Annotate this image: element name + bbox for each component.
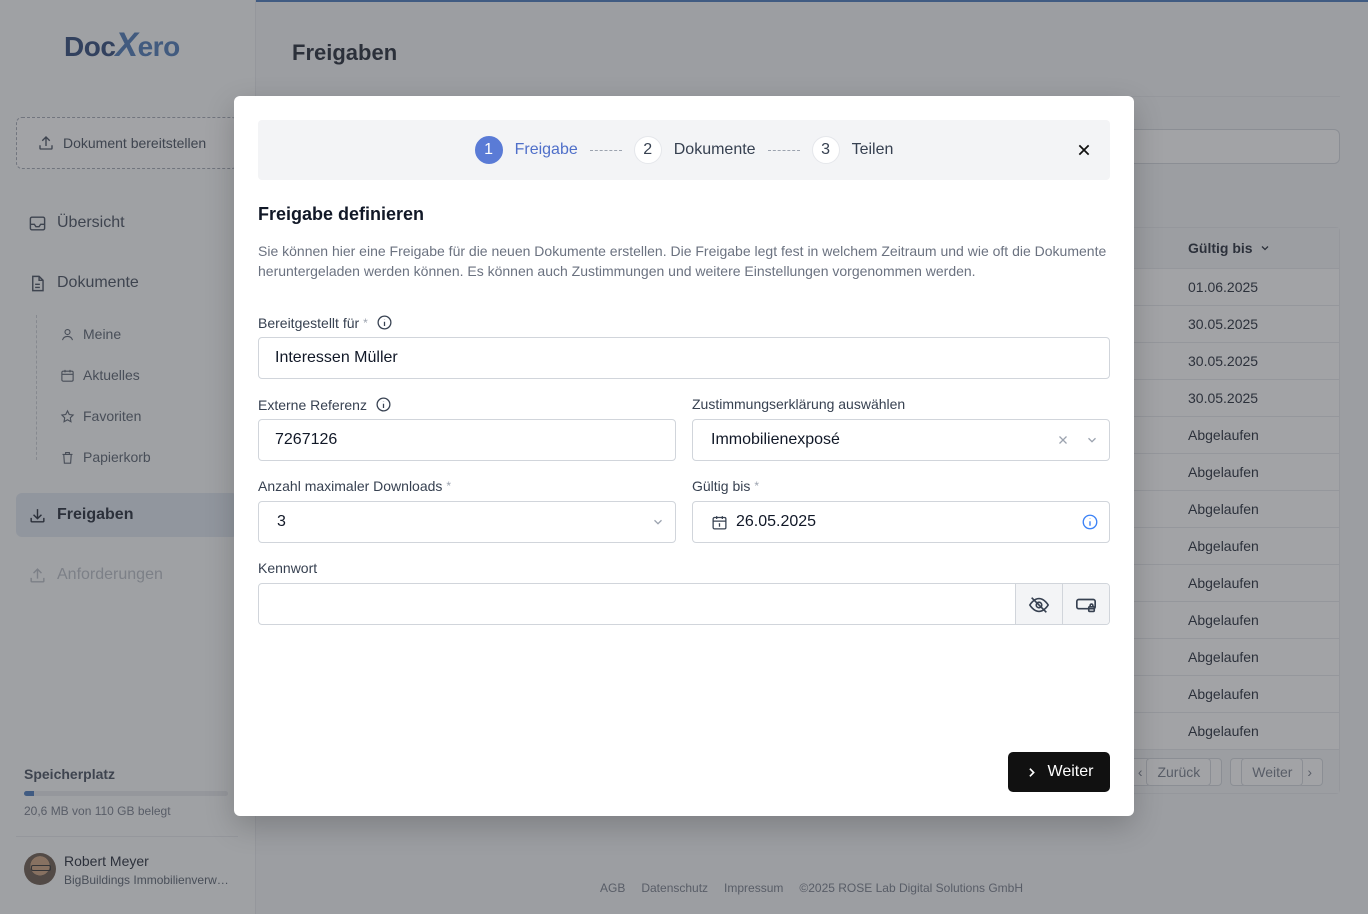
recipient-input[interactable]: Interessen Müller (258, 337, 1110, 379)
max-downloads-label: Anzahl maximaler Downloads * (258, 478, 452, 494)
close-button[interactable] (1074, 140, 1094, 160)
generate-password-button[interactable] (1062, 584, 1109, 624)
close-icon (1078, 144, 1090, 156)
info-icon[interactable] (1081, 513, 1099, 531)
consent-label: Zustimmungserklärung auswählen (692, 396, 906, 412)
reference-label: Externe Referenz (258, 396, 392, 413)
step-number: 1 (474, 136, 503, 164)
dialog-title: Freigabe definieren (258, 204, 425, 224)
info-icon[interactable] (375, 396, 392, 413)
step-documents[interactable]: 2 Dokumente (633, 136, 756, 164)
chevron-down-icon[interactable] (651, 515, 665, 529)
consent-select[interactable]: Immobilienexposé (692, 419, 1110, 461)
calendar-icon[interactable] (711, 514, 728, 531)
step-separator (767, 149, 800, 151)
info-icon[interactable] (376, 314, 393, 331)
valid-until-datepicker[interactable]: 26.05.2025 (692, 501, 1110, 543)
step-separator (589, 149, 622, 151)
step-share[interactable]: 1 Freigabe (474, 136, 578, 164)
step-label: Freigabe (514, 141, 578, 158)
valid-until-label: Gültig bis * (692, 478, 760, 494)
toggle-visibility-button[interactable] (1015, 584, 1062, 624)
dialog-description: Sie können hier eine Freigabe für die ne… (258, 243, 1107, 279)
step-number: 3 (811, 136, 840, 164)
chevron-down-icon[interactable] (1085, 433, 1099, 447)
chevron-right-icon (1028, 767, 1035, 777)
clear-icon[interactable] (1057, 434, 1069, 446)
eye-off-icon (1028, 597, 1050, 613)
reference-input[interactable]: 7267126 (258, 419, 676, 461)
max-downloads-select[interactable]: 3 (258, 501, 676, 543)
recipient-label: Bereitgestellt für * (258, 314, 393, 331)
step-number: 2 (633, 136, 662, 164)
next-button[interactable]: Weiter (1008, 752, 1110, 792)
wizard-stepper: 1 Freigabe 2 Dokumente 3 Teilen (258, 120, 1110, 180)
password-input[interactable] (258, 583, 1110, 625)
step-label: Dokumente (673, 141, 756, 158)
share-dialog: 1 Freigabe 2 Dokumente 3 Teilen Freigabe… (234, 96, 1134, 816)
step-label: Teilen (851, 141, 894, 158)
password-label: Kennwort (258, 560, 318, 576)
step-share-out[interactable]: 3 Teilen (811, 136, 894, 164)
password-generate-icon (1076, 598, 1096, 613)
